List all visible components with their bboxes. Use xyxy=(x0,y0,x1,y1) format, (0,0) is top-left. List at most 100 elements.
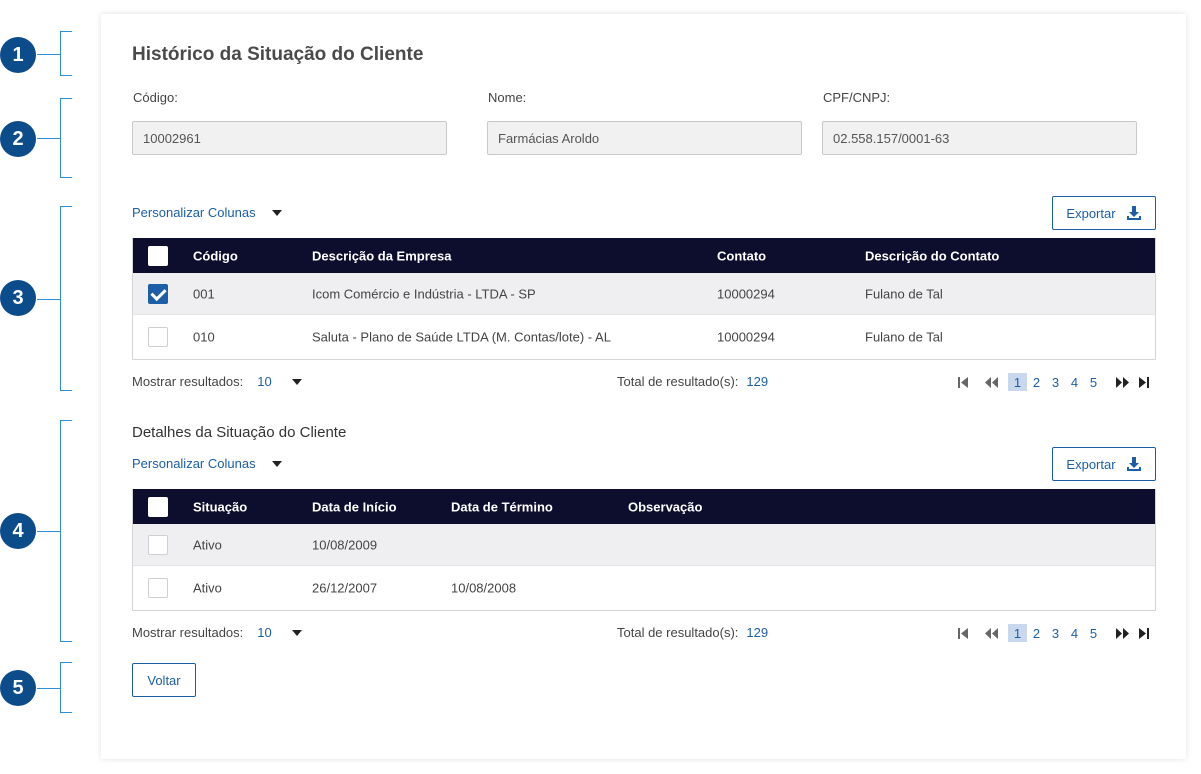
annotation-bracket-5 xyxy=(37,662,72,713)
select-all-checkbox[interactable] xyxy=(148,496,168,517)
total-results-label: Total de resultado(s): xyxy=(617,374,739,389)
cell-situacao: Ativo xyxy=(193,580,222,596)
details-subtitle: Detalhes da Situação do Cliente xyxy=(132,424,347,441)
rewind-icon[interactable] xyxy=(980,624,1002,642)
cell-empresa: Icom Comércio e Indústria - LTDA - SP xyxy=(312,286,536,301)
back-button[interactable]: Voltar xyxy=(132,663,196,697)
main-card: Histórico da Situação do Cliente Código:… xyxy=(101,14,1186,759)
download-icon xyxy=(1126,457,1141,471)
cell-contato: 10000294 xyxy=(717,286,775,301)
page-2[interactable]: 2 xyxy=(1027,624,1046,642)
row-checkbox-checked[interactable] xyxy=(148,283,168,304)
annotation-bracket-3 xyxy=(37,206,72,391)
table-row[interactable]: Ativo 26/12/2007 10/08/2008 xyxy=(133,565,1155,610)
column-header[interactable]: Data de Início xyxy=(312,499,397,514)
page-5[interactable]: 5 xyxy=(1084,624,1103,642)
total-results: Total de resultado(s): 129 xyxy=(617,625,768,640)
select-all-checkbox[interactable] xyxy=(148,245,168,266)
table-row[interactable]: 001 Icom Comércio e Indústria - LTDA - S… xyxy=(133,273,1155,314)
annotation-marker-1: 1 xyxy=(0,37,36,73)
cell-empresa: Saluta - Plano de Saúde LTDA (M. Contas/… xyxy=(312,329,611,345)
column-header[interactable]: Contato xyxy=(717,248,766,263)
column-header[interactable]: Descrição da Empresa xyxy=(312,248,451,263)
cell-situacao: Ativo xyxy=(193,537,222,552)
cell-desc-contato: Fulano de Tal xyxy=(865,286,943,301)
table-header: Situação Data de Início Data de Término … xyxy=(133,489,1155,524)
cell-contato: 10000294 xyxy=(717,329,775,345)
annotation-bracket-1 xyxy=(37,31,72,76)
results-per-page-value[interactable]: 10 xyxy=(257,625,271,640)
details-customize-columns[interactable]: Personalizar Colunas xyxy=(132,456,282,471)
details-table: Situação Data de Início Data de Término … xyxy=(132,489,1156,611)
annotation-marker-2: 2 xyxy=(0,121,36,157)
history-table: Código Descrição da Empresa Contato Desc… xyxy=(132,238,1156,360)
pagination: 1 2 3 4 5 xyxy=(952,373,1155,391)
page-4[interactable]: 4 xyxy=(1065,373,1084,391)
results-per-page[interactable]: Mostrar resultados: 10 xyxy=(132,625,302,640)
fast-forward-icon[interactable] xyxy=(1111,373,1133,391)
column-header[interactable]: Descrição do Contato xyxy=(865,248,999,263)
page: 1 2 3 4 5 Histórico da Situação do Clien… xyxy=(0,0,1201,774)
table-header: Código Descrição da Empresa Contato Desc… xyxy=(133,238,1155,273)
page-1[interactable]: 1 xyxy=(1008,373,1027,391)
cell-data-inicio: 26/12/2007 xyxy=(312,580,378,596)
annotation-marker-3: 3 xyxy=(0,280,36,316)
table-row[interactable]: Ativo 10/08/2009 xyxy=(133,524,1155,565)
page-5[interactable]: 5 xyxy=(1084,373,1103,391)
history-customize-columns[interactable]: Personalizar Colunas xyxy=(132,205,282,220)
results-per-page-value[interactable]: 10 xyxy=(257,374,271,389)
page-3[interactable]: 3 xyxy=(1046,624,1065,642)
export-label: Exportar xyxy=(1066,456,1116,472)
annotation-marker-4: 4 xyxy=(0,513,36,549)
details-pagination-footer: Mostrar resultados: 10 Total de resultad… xyxy=(132,624,1156,645)
cell-data-termino: 10/08/2008 xyxy=(451,580,517,596)
annotation-marker-5: 5 xyxy=(0,670,36,706)
column-header[interactable]: Data de Término xyxy=(451,499,553,514)
pagination: 1 2 3 4 5 xyxy=(952,624,1155,642)
total-results-label: Total de resultado(s): xyxy=(617,625,739,640)
show-results-label: Mostrar resultados: xyxy=(132,374,244,389)
history-pagination-footer: Mostrar resultados: 10 Total de resultad… xyxy=(132,373,1156,394)
cell-desc-contato: Fulano de Tal xyxy=(865,329,943,345)
history-export-button[interactable]: Exportar xyxy=(1052,196,1156,230)
annotation-bracket-4 xyxy=(37,420,72,642)
last-page-icon[interactable] xyxy=(1133,373,1155,391)
codigo-field[interactable]: 10002961 xyxy=(132,121,447,155)
annotation-bracket-2 xyxy=(37,98,72,178)
page-2[interactable]: 2 xyxy=(1027,373,1046,391)
total-results: Total de resultado(s): 129 xyxy=(617,374,768,389)
cpf-cnpj-field[interactable]: 02.558.157/0001-63 xyxy=(822,121,1137,155)
customize-columns-label: Personalizar Colunas xyxy=(132,205,256,220)
codigo-label: Código: xyxy=(133,90,178,105)
caret-down-icon[interactable] xyxy=(291,629,302,636)
page-3[interactable]: 3 xyxy=(1046,373,1065,391)
column-header[interactable]: Observação xyxy=(628,499,702,514)
row-checkbox[interactable] xyxy=(148,578,168,598)
first-page-icon[interactable] xyxy=(952,373,974,391)
row-checkbox[interactable] xyxy=(148,534,168,555)
fast-forward-icon[interactable] xyxy=(1111,624,1133,642)
caret-down-icon xyxy=(271,209,282,216)
row-checkbox[interactable] xyxy=(148,327,168,347)
download-icon xyxy=(1126,206,1141,220)
column-header[interactable]: Situação xyxy=(193,499,247,514)
last-page-icon[interactable] xyxy=(1133,624,1155,642)
table-row[interactable]: 010 Saluta - Plano de Saúde LTDA (M. Con… xyxy=(133,314,1155,359)
export-label: Exportar xyxy=(1066,205,1116,221)
caret-down-icon xyxy=(271,460,282,467)
show-results-label: Mostrar resultados: xyxy=(132,625,244,640)
page-4[interactable]: 4 xyxy=(1065,624,1084,642)
column-header[interactable]: Código xyxy=(193,248,238,263)
details-export-button[interactable]: Exportar xyxy=(1052,447,1156,481)
nome-field[interactable]: Farmácias Aroldo xyxy=(487,121,802,155)
caret-down-icon[interactable] xyxy=(291,378,302,385)
page-1[interactable]: 1 xyxy=(1008,624,1027,642)
first-page-icon[interactable] xyxy=(952,624,974,642)
cell-data-inicio: 10/08/2009 xyxy=(312,537,378,552)
customize-columns-label: Personalizar Colunas xyxy=(132,456,256,471)
cpf-cnpj-label: CPF/CNPJ: xyxy=(823,90,891,105)
total-results-value: 129 xyxy=(746,374,769,389)
results-per-page[interactable]: Mostrar resultados: 10 xyxy=(132,374,302,389)
rewind-icon[interactable] xyxy=(980,373,1002,391)
nome-label: Nome: xyxy=(488,90,527,105)
